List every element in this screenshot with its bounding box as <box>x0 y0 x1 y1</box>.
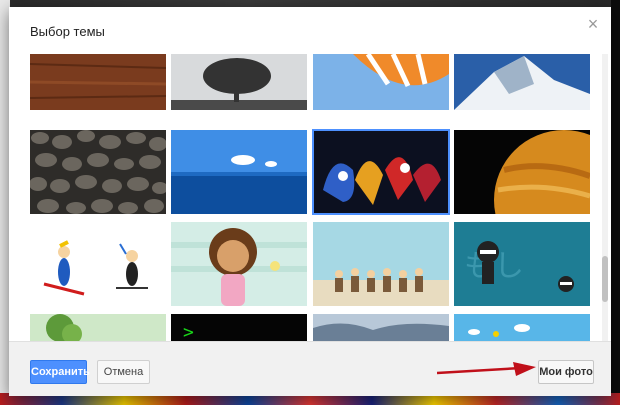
save-button[interactable]: Сохранить <box>30 360 90 384</box>
terminal-thumbnail: > <box>171 314 307 341</box>
garden-thumbnail <box>30 314 166 341</box>
pebbles-thumbnail <box>30 130 166 214</box>
theme-tile-planet[interactable] <box>454 130 590 214</box>
theme-tile-pebbles[interactable] <box>30 130 166 214</box>
scrollbar-thumb[interactable] <box>602 256 608 302</box>
theme-tile-skiers[interactable] <box>30 222 166 306</box>
mountain-thumbnail <box>454 54 590 110</box>
girl-thumbnail <box>171 222 307 306</box>
terminal-prompt: > <box>183 322 194 341</box>
theme-tile-wood[interactable] <box>30 54 166 110</box>
theme-tile-terminal[interactable]: > <box>171 314 307 341</box>
theme-tile-mountain[interactable] <box>454 54 590 110</box>
my-photos-button[interactable]: Мои фото <box>538 360 594 384</box>
theme-tile-garden[interactable] <box>30 314 166 341</box>
ocean-thumbnail <box>171 130 307 214</box>
theme-picker-dialog: Выбор темы × > Сохранить Отмена Мои фото <box>9 7 611 396</box>
theme-grid: もし > <box>9 54 611 341</box>
dialog-footer: Сохранить Отмена Мои фото <box>9 341 611 396</box>
theme-tile-ninja[interactable]: もし <box>454 222 590 306</box>
theme-tile-tree[interactable] <box>171 54 307 110</box>
umbrella-thumbnail <box>313 54 449 110</box>
theme-tile-hills[interactable] <box>313 314 449 341</box>
graffiti-thumbnail <box>313 130 449 214</box>
skiers-thumbnail <box>30 222 166 306</box>
hills-thumbnail <box>313 314 449 341</box>
tree-thumbnail <box>171 54 307 110</box>
ninja-thumbnail: もし <box>454 222 590 306</box>
theme-tile-umbrella[interactable] <box>313 54 449 110</box>
theme-tile-girl[interactable] <box>171 222 307 306</box>
theme-grid-scrollbar[interactable] <box>602 54 608 341</box>
sky-clouds-thumbnail <box>454 314 590 341</box>
red-arrow-icon <box>437 362 536 376</box>
planet-thumbnail <box>454 130 590 214</box>
dialog-title: Выбор темы <box>30 24 105 39</box>
close-icon[interactable]: × <box>585 15 601 33</box>
people-line-thumbnail <box>313 222 449 306</box>
wood-thumbnail <box>30 54 166 110</box>
theme-tile-sky-clouds[interactable] <box>454 314 590 341</box>
theme-tile-graffiti[interactable] <box>312 129 450 215</box>
theme-tile-ocean[interactable] <box>171 130 307 214</box>
background-page-right-edge <box>611 0 620 405</box>
theme-tile-people-line[interactable] <box>313 222 449 306</box>
cancel-button[interactable]: Отмена <box>97 360 150 384</box>
